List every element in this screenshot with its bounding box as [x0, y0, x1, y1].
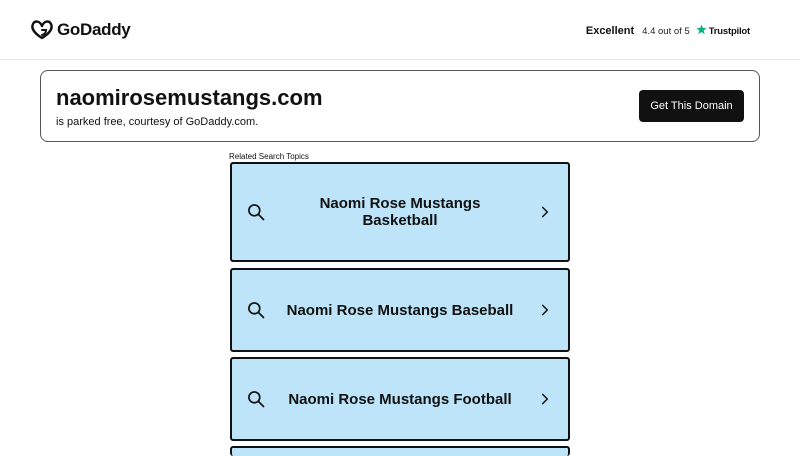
logo-text: GoDaddy	[57, 20, 131, 39]
rating-score: 4.4 out of 5	[642, 25, 690, 37]
topic-label: Naomi Rose Mustangs Baseball	[286, 301, 514, 319]
trustpilot-rating[interactable]: Excellent 4.4 out of 5 Trustpilot	[586, 24, 750, 38]
godaddy-logo[interactable]: GoDaddy	[30, 18, 131, 42]
chevron-right-icon	[541, 304, 549, 316]
topic-partial[interactable]	[230, 446, 570, 456]
topic-baseball[interactable]: Naomi Rose Mustangs Baseball	[230, 268, 570, 352]
trustpilot-star-icon	[696, 24, 707, 38]
topic-label: Naomi Rose Mustangs Football	[288, 390, 512, 408]
search-icon	[248, 302, 265, 319]
get-domain-button[interactable]: Get This Domain	[639, 90, 744, 122]
domain-subtitle: is parked free, courtesy of GoDaddy.com.	[56, 116, 259, 128]
topic-football[interactable]: Naomi Rose Mustangs Football	[230, 357, 570, 441]
trustpilot-brand: Trustpilot	[708, 25, 750, 37]
godaddy-icon	[31, 20, 53, 40]
domain-name: naomirosemustangs.com	[56, 85, 323, 110]
search-icon	[248, 204, 265, 221]
chevron-right-icon	[541, 393, 549, 405]
rating-word: Excellent	[585, 25, 635, 37]
search-icon	[248, 391, 265, 408]
domain-card: naomirosemustangs.com is parked free, co…	[40, 70, 760, 142]
topic-basketball[interactable]: Naomi Rose Mustangs Basketball	[230, 162, 570, 262]
topic-label: Naomi Rose Mustangs Basketball	[319, 195, 481, 229]
site-header: GoDaddy Excellent 4.4 out of 5 Trustpilo…	[0, 0, 800, 60]
related-topics-label: Related Search Topics	[229, 152, 309, 161]
chevron-right-icon	[541, 206, 549, 218]
